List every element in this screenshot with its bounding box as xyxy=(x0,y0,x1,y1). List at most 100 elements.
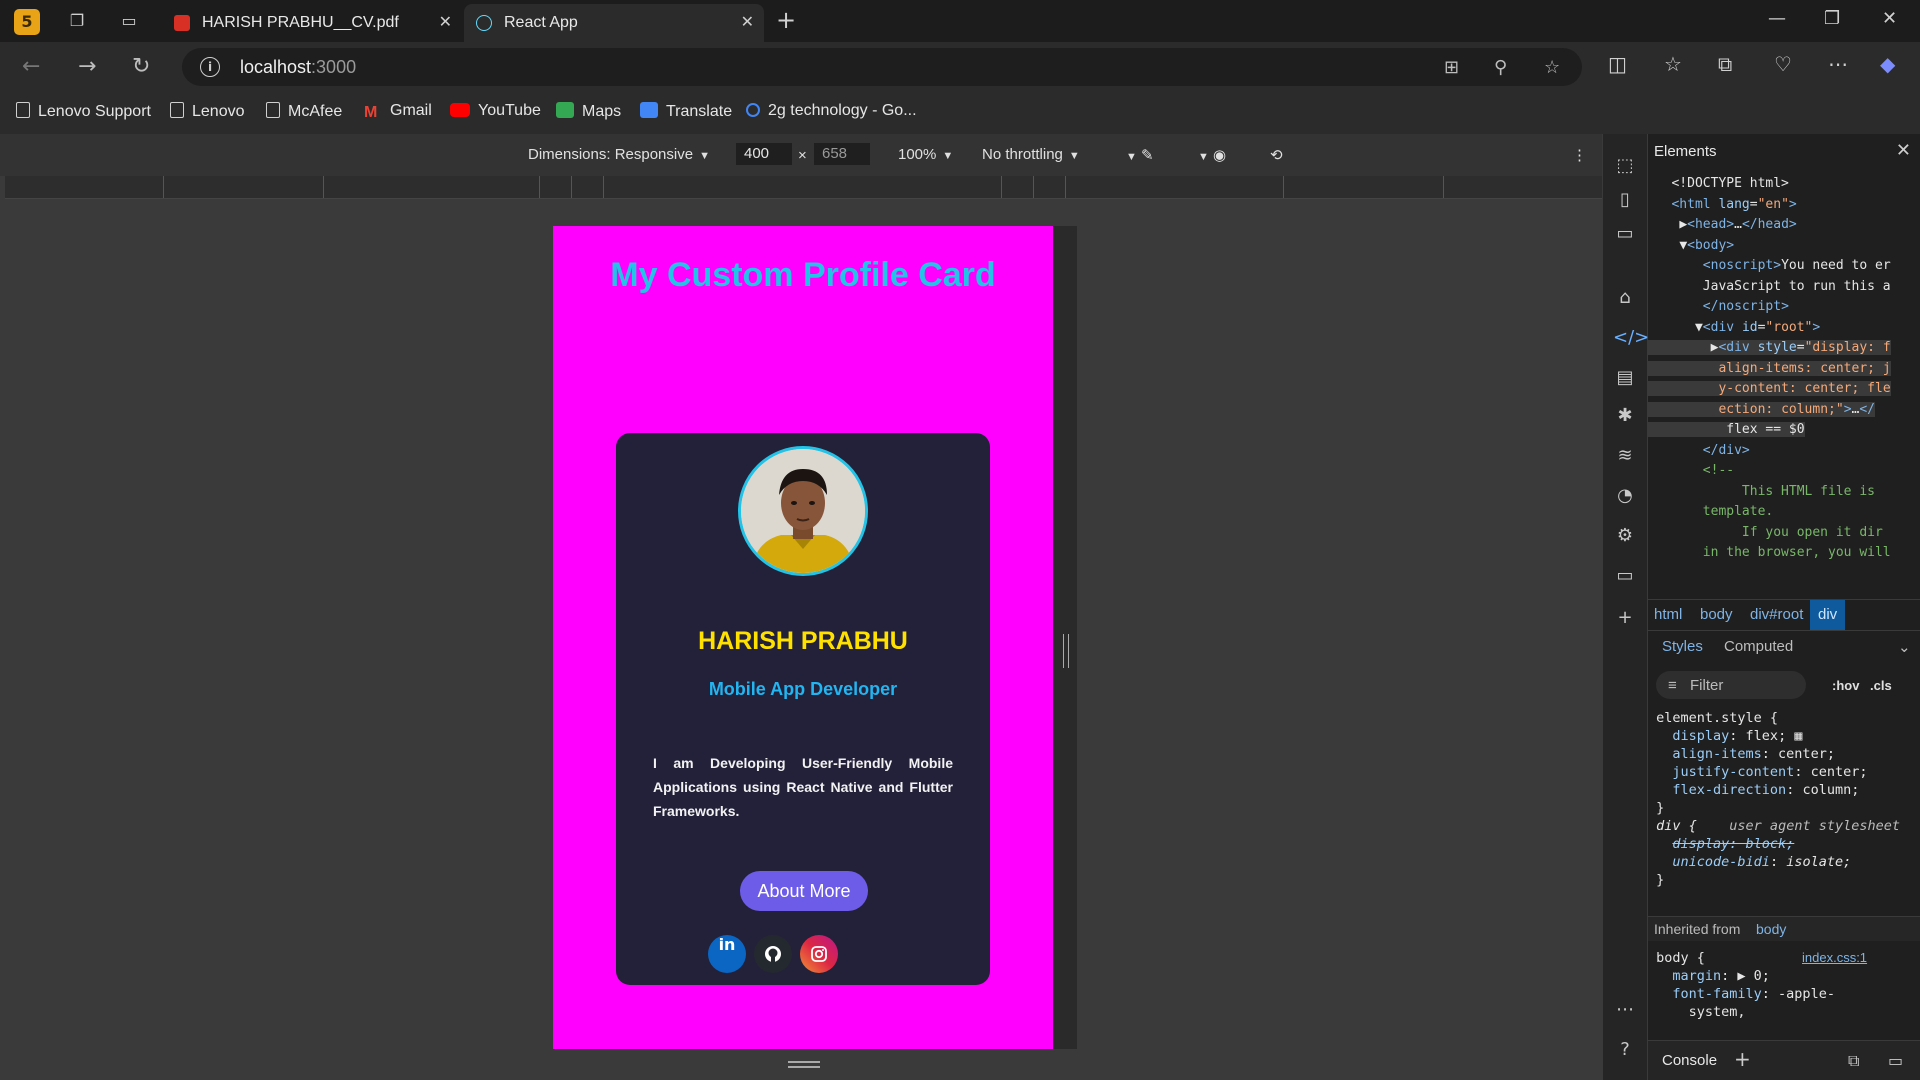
bookmark-youtube[interactable]: YouTube xyxy=(450,102,541,120)
forward-icon[interactable]: → xyxy=(78,54,96,79)
browser-logo-icon[interactable]: 5 xyxy=(14,9,40,35)
device-toggle-icon[interactable]: ▯ xyxy=(1613,188,1637,212)
crumb-div-root[interactable]: div#root xyxy=(1750,606,1803,623)
favorite-star-icon[interactable]: ☆ xyxy=(1544,57,1560,78)
profile-photo xyxy=(741,449,865,573)
maps-icon xyxy=(556,102,574,118)
restore-icon[interactable]: ❐ xyxy=(1824,8,1840,29)
youtube-icon xyxy=(450,103,470,117)
welcome-home-icon[interactable]: ⌂ xyxy=(1613,286,1637,310)
device-frame: My Custom Profile Card HARISH PRABHU Mob… xyxy=(553,226,1077,1063)
console-drawer-tab: Console + ⧉ ▭ xyxy=(1648,1040,1920,1080)
resize-handle-right[interactable] xyxy=(1063,634,1069,668)
github-icon[interactable] xyxy=(754,935,792,973)
chevron-down-icon[interactable]: ⌄ xyxy=(1898,638,1911,656)
styles-rules[interactable]: element.style { display: flex; ▦ align-i… xyxy=(1648,709,1920,889)
tab-frame-icon[interactable]: ▭ xyxy=(1613,222,1637,246)
minimize-icon[interactable]: — xyxy=(1768,8,1786,29)
close-window-icon[interactable]: ✕ xyxy=(1882,8,1897,29)
address-bar[interactable]: i localhost:3000 ⊞ ⚲ ☆ xyxy=(182,48,1582,86)
sources-bug-icon[interactable]: ✱ xyxy=(1613,404,1637,428)
address-toolbar: ← → ↻ i localhost:3000 ⊞ ⚲ ☆ ◫ ☆ ⧉ ♡ ⋯ ◆ xyxy=(0,42,1920,92)
react-icon xyxy=(476,15,492,31)
close-tab-icon[interactable]: ✕ xyxy=(439,12,452,31)
bookmark-lenovo-support[interactable]: Lenovo Support xyxy=(16,102,151,121)
dimensions-dropdown[interactable]: Dimensions: Responsive ▼ xyxy=(528,146,710,163)
performance-icon[interactable]: ◔ xyxy=(1613,484,1637,508)
close-tab-icon[interactable]: ✕ xyxy=(741,12,754,31)
bookmark-lenovo[interactable]: Lenovo xyxy=(170,102,245,121)
application-icon[interactable]: ▭ xyxy=(1613,564,1637,588)
network-icon[interactable]: ≋ xyxy=(1613,444,1637,468)
dock-drawer-icon[interactable]: ▭ xyxy=(1888,1051,1903,1070)
new-tab-button[interactable]: + xyxy=(776,6,796,34)
breadcrumb: html body div#root div xyxy=(1648,599,1920,631)
device-toolbar: Dimensions: Responsive ▼ 400 × 658 100% ▼ … xyxy=(0,134,1602,176)
sensors-dropdown-icon[interactable]: ▼ ✎ xyxy=(1120,146,1154,164)
vision-dropdown-icon[interactable]: ▼ ◉ xyxy=(1192,146,1226,164)
linkedin-icon[interactable]: in xyxy=(708,935,746,973)
body-rule[interactable]: body { margin: ▶ 0; font-family: -apple-… xyxy=(1648,949,1920,1021)
dom-tree[interactable]: <!DOCTYPE html> <html lang="en"> ▶<head>… xyxy=(1648,174,1920,564)
crumb-html[interactable]: html xyxy=(1654,606,1682,623)
devtools-more-icon[interactable]: ⋯ xyxy=(1613,998,1637,1022)
tab-bar: 5 ❐ ▭ HARISH PRABHU__CV.pdf ✕ React App … xyxy=(0,0,1920,42)
close-devtools-icon[interactable]: ✕ xyxy=(1896,140,1911,161)
translate-icon xyxy=(640,102,658,118)
inherited-body-link[interactable]: body xyxy=(1756,921,1786,937)
url-text[interactable]: localhost:3000 xyxy=(240,57,356,78)
about-more-button[interactable]: About More xyxy=(740,871,868,911)
site-info-icon[interactable]: i xyxy=(200,57,220,77)
bookmark-maps[interactable]: Maps xyxy=(556,102,621,121)
filter-icon: ≡ xyxy=(1668,677,1677,694)
tab-cv-pdf[interactable]: HARISH PRABHU__CV.pdf ✕ xyxy=(162,4,462,42)
height-input[interactable]: 658 xyxy=(814,143,870,165)
tab-styles[interactable]: Styles xyxy=(1658,638,1707,655)
instagram-icon[interactable] xyxy=(800,935,838,973)
elements-icon[interactable]: </> xyxy=(1613,326,1649,350)
add-drawer-tab-icon[interactable]: + xyxy=(1734,1047,1751,1071)
memory-icon[interactable]: ⚙ xyxy=(1613,524,1637,548)
cls-toggle[interactable]: .cls xyxy=(1870,678,1892,693)
throttling-dropdown[interactable]: No throttling ▼ xyxy=(982,146,1080,163)
profile-role: Mobile App Developer xyxy=(708,679,898,699)
bookmark-gmail[interactable]: M Gmail xyxy=(364,102,432,121)
width-input[interactable]: 400 xyxy=(736,143,792,165)
zoom-dropdown[interactable]: 100% ▼ xyxy=(898,146,953,163)
crumb-body[interactable]: body xyxy=(1700,606,1733,623)
bookmark-mcafee[interactable]: McAfee xyxy=(266,102,342,121)
browser-essentials-icon[interactable]: ♡ xyxy=(1774,52,1792,76)
styles-tabs: Styles Computed ⌄ xyxy=(1648,630,1920,664)
tab-actions-icon[interactable]: ▭ xyxy=(118,10,140,32)
bookmark-translate[interactable]: Translate xyxy=(640,102,732,121)
more-menu-icon[interactable]: ⋯ xyxy=(1828,52,1848,76)
hov-toggle[interactable]: :hov xyxy=(1832,678,1859,693)
collections-icon[interactable]: ⧉ xyxy=(1718,52,1732,76)
console-icon[interactable]: ▤ xyxy=(1613,366,1637,390)
undock-icon[interactable]: ⧉ xyxy=(1848,1051,1859,1071)
reload-icon[interactable]: ↻ xyxy=(132,54,150,79)
favorites-icon[interactable]: ☆ xyxy=(1664,52,1682,76)
page-title: My Custom Profile Card xyxy=(610,256,996,294)
styles-filter-input[interactable]: ≡ Filter xyxy=(1656,671,1806,699)
split-screen-icon[interactable]: ◫ xyxy=(1608,52,1627,76)
resize-handle-bottom[interactable] xyxy=(788,1061,820,1063)
zoom-icon[interactable]: ⚲ xyxy=(1494,57,1507,78)
inspect-icon[interactable]: ⬚ xyxy=(1613,154,1637,178)
more-tools-plus-icon[interactable]: + xyxy=(1613,606,1637,630)
console-tab[interactable]: Console xyxy=(1662,1052,1717,1069)
app-available-icon[interactable]: ⊞ xyxy=(1444,57,1459,78)
page-icon xyxy=(170,102,184,118)
help-icon[interactable]: ? xyxy=(1613,1038,1637,1062)
tab-computed[interactable]: Computed xyxy=(1724,638,1793,655)
rotate-icon[interactable]: ⟲ xyxy=(1270,146,1283,164)
css-source-link[interactable]: index.css:1 xyxy=(1802,950,1867,965)
inherited-label: Inherited from xyxy=(1654,921,1741,937)
workspaces-icon[interactable]: ❐ xyxy=(66,10,88,32)
crumb-div[interactable]: div xyxy=(1810,600,1846,630)
copilot-icon[interactable]: ◆ xyxy=(1880,52,1895,76)
tab-react-app[interactable]: React App ✕ xyxy=(464,4,764,42)
bookmark-2g-technology[interactable]: 2g technology - Go... xyxy=(746,102,917,120)
device-more-icon[interactable]: ⋮ xyxy=(1572,146,1587,164)
back-icon[interactable]: ← xyxy=(22,54,40,79)
